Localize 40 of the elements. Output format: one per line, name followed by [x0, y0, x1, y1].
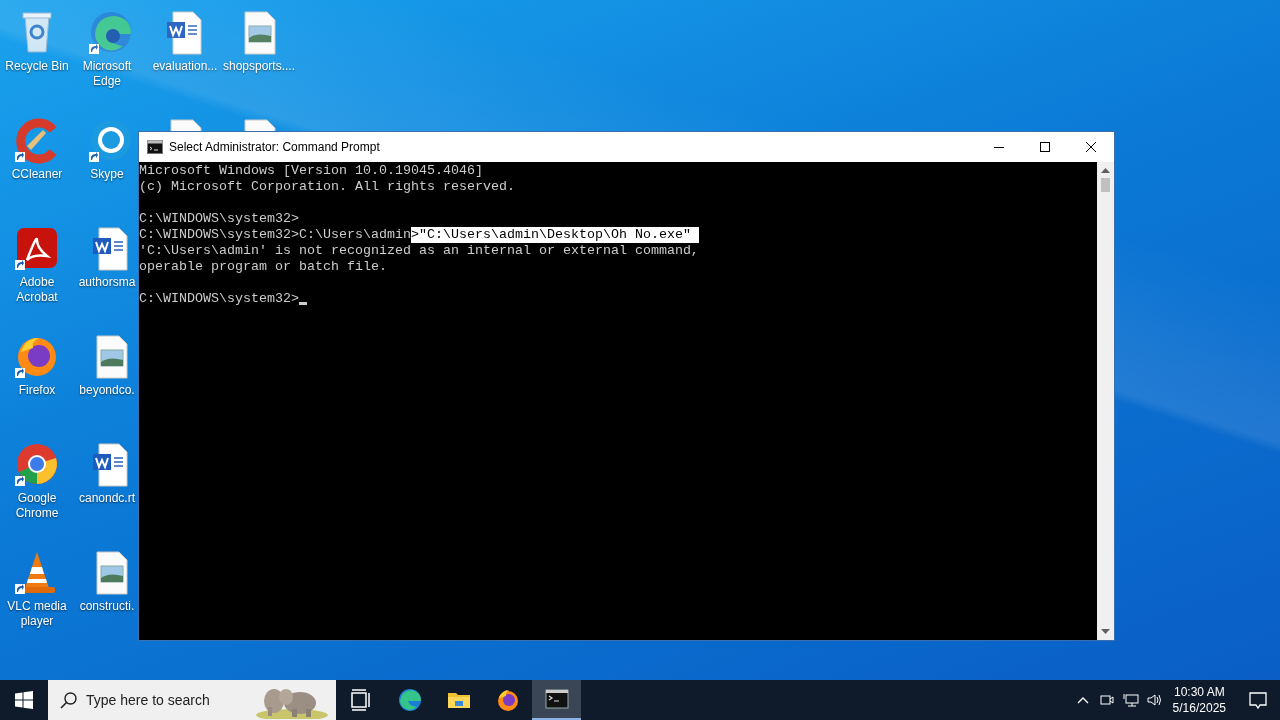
terminal-icon: [147, 140, 163, 154]
selected-text: >"C:\Users\admin\Desktop\Oh No.exe": [410, 227, 699, 243]
icon-label[interactable]: canondc.rt: [78, 491, 135, 506]
icon-label[interactable]: Microsoft Edge: [76, 59, 138, 89]
console-line: operable program or batch file.: [139, 259, 387, 275]
clock-date[interactable]: 5/16/2025: [1172, 700, 1226, 716]
close-icon: [1086, 142, 1096, 152]
icon-label[interactable]: CCleaner: [11, 167, 63, 182]
taskbar-app[interactable]: [532, 680, 581, 720]
search-field[interactable]: Type here to search: [48, 680, 336, 720]
icon-label[interactable]: Firefox: [18, 383, 56, 398]
icon-label[interactable]: authorsma: [78, 275, 136, 290]
windows-icon: [15, 691, 33, 709]
clock-time[interactable]: 10:30 AM: [1172, 684, 1226, 700]
console-line: C:\WINDOWS\system32>: [139, 291, 299, 307]
scroll-up-icon[interactable]: [1101, 167, 1110, 173]
console-line: C:\WINDOWS\system32>C:\Users\admin: [139, 227, 411, 243]
scrollbar[interactable]: [1097, 162, 1114, 640]
icon-label[interactable]: Skype: [90, 167, 124, 182]
edge-icon: [397, 688, 422, 712]
console-line: C:\WINDOWS\system32>: [139, 211, 299, 227]
icon-label[interactable]: evaluation...: [152, 59, 218, 74]
console-line: (c) Microsoft Corporation. All rights reserved.: [139, 179, 515, 195]
search-icon: [60, 691, 78, 709]
icon-label[interactable]: VLC media player: [0, 599, 74, 629]
firefox-icon: [495, 688, 520, 712]
icon-label[interactable]: Recycle Bin: [5, 59, 69, 74]
maximize-icon: [1040, 142, 1050, 152]
scroll-thumb[interactable]: [1101, 178, 1110, 192]
scroll-down-icon[interactable]: [1101, 629, 1110, 635]
icon-label[interactable]: shopsports....: [222, 59, 295, 74]
console-line: 'C:\Users\admin' is not recognized as an internal or external command,: [139, 243, 699, 259]
task-view-icon: [348, 688, 373, 712]
terminal-icon: [544, 687, 569, 711]
window-title: Select Administrator: Command Prompt: [169, 140, 381, 154]
icon-label[interactable]: Adobe Acrobat: [0, 275, 74, 305]
icon-label[interactable]: Google Chrome: [0, 491, 74, 521]
icon-label[interactable]: constructi.: [79, 599, 135, 614]
icon-label[interactable]: beyondco.: [79, 383, 135, 398]
console-line: Microsoft Windows [Version 10.0.19045.4046]: [139, 163, 483, 179]
